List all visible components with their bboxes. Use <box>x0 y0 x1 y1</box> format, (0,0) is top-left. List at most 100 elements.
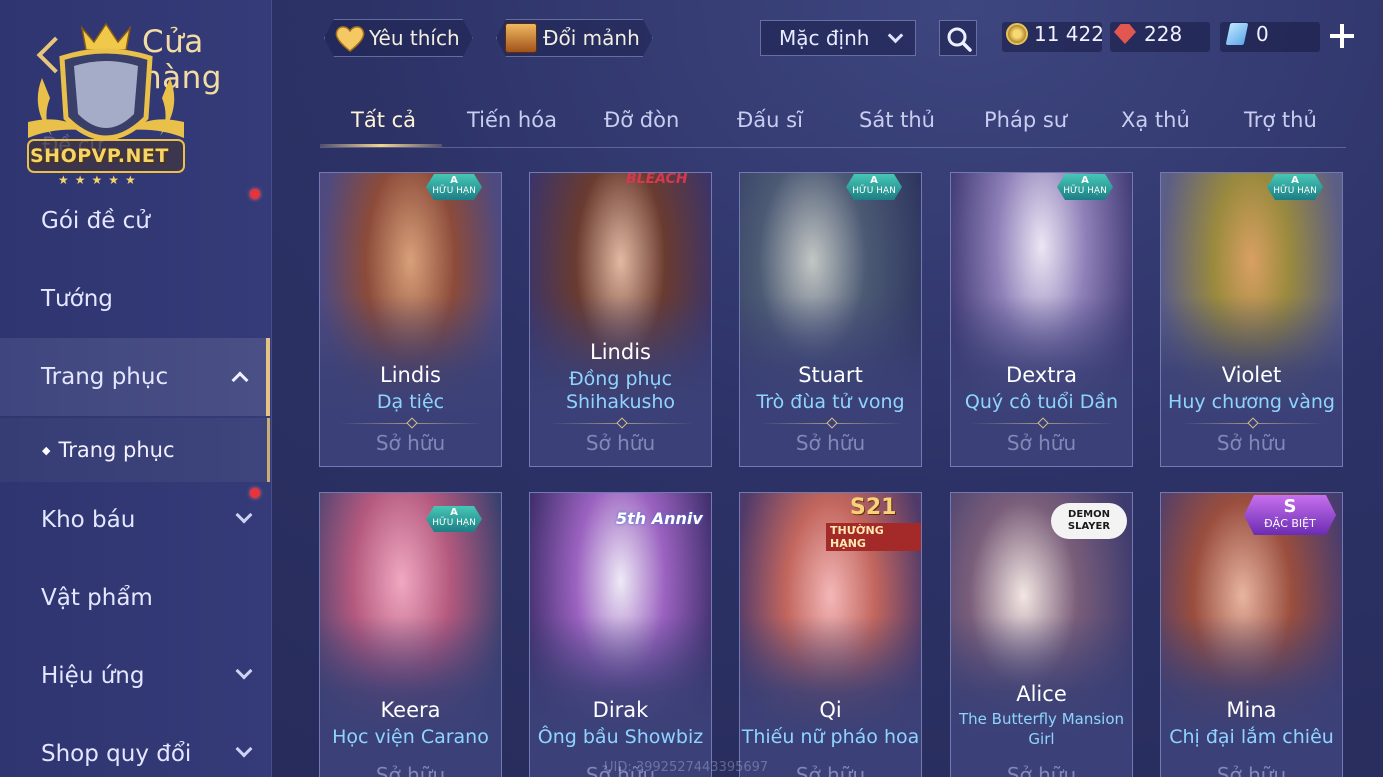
gold-coin-icon <box>1006 23 1028 45</box>
sidebar-subitem-skins[interactable]: ◆ Trang phục <box>0 418 270 482</box>
owned-status: Sở hữu <box>1006 763 1077 777</box>
skin-card[interactable]: DEMON SLAYER Alice The Butterfly Mansion… <box>950 492 1133 777</box>
tab-mage[interactable]: Pháp sư <box>984 108 1067 132</box>
skin-card[interactable]: S ĐẶC BIỆT Mina Chị đại lắm chiêu Sở hữu <box>1160 492 1343 777</box>
top-up-plus-icon[interactable] <box>1330 24 1354 48</box>
skin-name: Huy chương vàng <box>1168 391 1335 413</box>
skin-name: Ông bầu Showbiz <box>537 726 704 748</box>
limited-badge: A HỮU HẠN <box>1057 174 1113 200</box>
tab-assassin[interactable]: Sát thủ <box>859 108 935 132</box>
limited-badge: A HỮU HẠN <box>1267 174 1323 200</box>
sidebar-item-label: Shop quy đổi <box>41 741 192 767</box>
skin-name: Dạ tiệc <box>376 391 445 413</box>
hero-name: Dirak <box>592 698 649 722</box>
chevron-up-icon <box>231 371 249 389</box>
sidebar-item-label: Gói đề cử <box>41 208 150 234</box>
ruby-amount: 228 <box>1144 22 1183 46</box>
hero-name: Dextra <box>1006 363 1077 387</box>
sidebar-item-items[interactable]: Vật phẩm <box>0 559 270 637</box>
skin-name: Đồng phục Shihakusho <box>565 368 676 413</box>
notification-dot <box>250 488 260 498</box>
uid-watermark: UID: 3992527443395697 <box>604 760 769 775</box>
hero-name: Violet <box>1221 363 1282 387</box>
hero-name: Lindis <box>380 363 441 387</box>
owned-status: Sở hữu <box>375 431 446 455</box>
hero-name: Mina <box>1226 698 1277 722</box>
skin-name: Quý cô tuổi Dần <box>964 391 1119 413</box>
gold-amount: 11 422 <box>1034 22 1104 46</box>
chevron-down-icon <box>235 662 253 680</box>
skin-name: Chị đại lắm chiêu <box>1169 726 1334 748</box>
sidebar-item-label: Kho báu <box>41 507 136 533</box>
favorite-label: Yêu thích <box>369 26 460 50</box>
tab-warrior[interactable]: Đấu sĩ <box>737 108 803 132</box>
owned-status: Sở hữu <box>1006 431 1077 455</box>
chevron-down-icon <box>235 506 253 524</box>
sidebar-item-label: Vật phẩm <box>41 585 153 611</box>
skin-card[interactable]: A HỮU HẠN Lindis Dạ tiệc Sở hữu <box>319 172 502 467</box>
owned-status: Sở hữu <box>1216 763 1287 777</box>
sidebar-item-featured-packs[interactable]: Gói đề cử <box>0 182 270 260</box>
category-tabs: Tất cả Tiến hóa Đỡ đòn Đấu sĩ Sát thủ Ph… <box>320 100 1346 148</box>
sidebar-item-treasure[interactable]: Kho báu <box>0 481 270 559</box>
active-tab-indicator <box>320 144 442 147</box>
sidebar-item-skins[interactable]: Trang phục <box>0 338 270 416</box>
skin-name: The Butterfly Mansion Girl <box>958 710 1125 748</box>
ruby-icon <box>1114 24 1136 44</box>
gold-balance: 11 422 <box>1006 22 1104 46</box>
tab-support[interactable]: Trợ thủ <box>1244 108 1317 132</box>
search-icon <box>947 27 972 52</box>
special-badge: S ĐẶC BIỆT <box>1244 495 1336 535</box>
treasure-chest-icon <box>505 23 537 53</box>
favorite-button[interactable]: Yêu thích <box>324 19 473 57</box>
skin-name: Thiếu nữ pháo hoa <box>741 726 920 748</box>
sort-selected-value: Mặc định <box>779 26 870 50</box>
skin-card[interactable]: A HỮU HẠN Violet Huy chương vàng Sở hữu <box>1160 172 1343 467</box>
limited-badge: A HỮU HẠN <box>426 174 482 200</box>
skin-card[interactable]: S21 THƯỜNG HẠNG Qi Thiếu nữ pháo hoa Sở … <box>739 492 922 777</box>
search-button[interactable] <box>939 20 977 56</box>
tab-all[interactable]: Tất cả <box>351 108 416 132</box>
sidebar-subitem-label: Trang phục <box>58 438 175 462</box>
owned-status: Sở hữu <box>375 763 446 777</box>
skin-card[interactable]: A HỮU HẠN Stuart Trò đùa tử vong Sở hữu <box>739 172 922 467</box>
sidebar-item-label: Hiệu ứng <box>41 663 145 689</box>
collab-tag: BLEACH <box>626 172 688 187</box>
skin-card[interactable]: 5th Anniv Dirak Ông bầu Showbiz Sở hữu <box>529 492 712 777</box>
skin-name: Học viện Carano <box>332 726 489 748</box>
hero-name: Alice <box>1016 682 1067 706</box>
notification-dot <box>250 189 260 199</box>
sidebar: Cửa hàng Đề cử SHOPVP.NET ★★★★★ Gói đề c… <box>0 0 272 777</box>
hero-name: Keera <box>380 698 441 722</box>
skin-card[interactable]: A HỮU HẠN Keera Học viện Carano Sở hữu <box>319 492 502 777</box>
sidebar-item-exchange-shop[interactable]: Shop quy đổi <box>0 715 270 777</box>
voucher-icon <box>1225 23 1249 45</box>
tab-evolution[interactable]: Tiến hóa <box>467 108 557 132</box>
tab-marksman[interactable]: Xạ thủ <box>1121 108 1190 132</box>
voucher-amount: 0 <box>1256 22 1269 46</box>
sidebar-item-label: Trang phục <box>41 364 169 390</box>
bullet-icon: ◆ <box>42 443 51 457</box>
skin-card[interactable]: A HỮU HẠN Dextra Quý cô tuổi Dần Sở hữu <box>950 172 1133 467</box>
anniversary-tag: 5th Anniv <box>616 509 703 528</box>
heart-icon <box>333 23 367 53</box>
exchange-label: Đổi mảnh <box>543 26 640 50</box>
tab-tank[interactable]: Đỡ đòn <box>604 108 679 132</box>
skin-card[interactable]: BLEACH Lindis Đồng phục Shihakusho Sở hữ… <box>529 172 712 467</box>
sidebar-item-effects[interactable]: Hiệu ứng <box>0 637 270 715</box>
season-tag: S21 <box>850 495 897 520</box>
exchange-fragments-button[interactable]: Đổi mảnh <box>496 19 653 57</box>
chevron-down-icon <box>235 740 253 758</box>
chevron-down-icon <box>887 27 904 44</box>
limited-badge: A HỮU HẠN <box>426 506 482 532</box>
skin-name: Trò đùa tử vong <box>756 391 905 413</box>
logo-text: SHOPVP.NET <box>30 145 169 167</box>
limited-badge: A HỮU HẠN <box>846 174 902 200</box>
hero-name: Lindis <box>590 340 651 364</box>
sidebar-item-heroes[interactable]: Tướng <box>0 260 270 338</box>
owned-status: Sở hữu <box>1216 431 1287 455</box>
sort-dropdown[interactable]: Mặc định <box>760 20 916 56</box>
collab-tag: DEMON SLAYER <box>1051 503 1127 539</box>
hero-name: Qi <box>819 698 842 722</box>
owned-status: Sở hữu <box>585 431 656 455</box>
